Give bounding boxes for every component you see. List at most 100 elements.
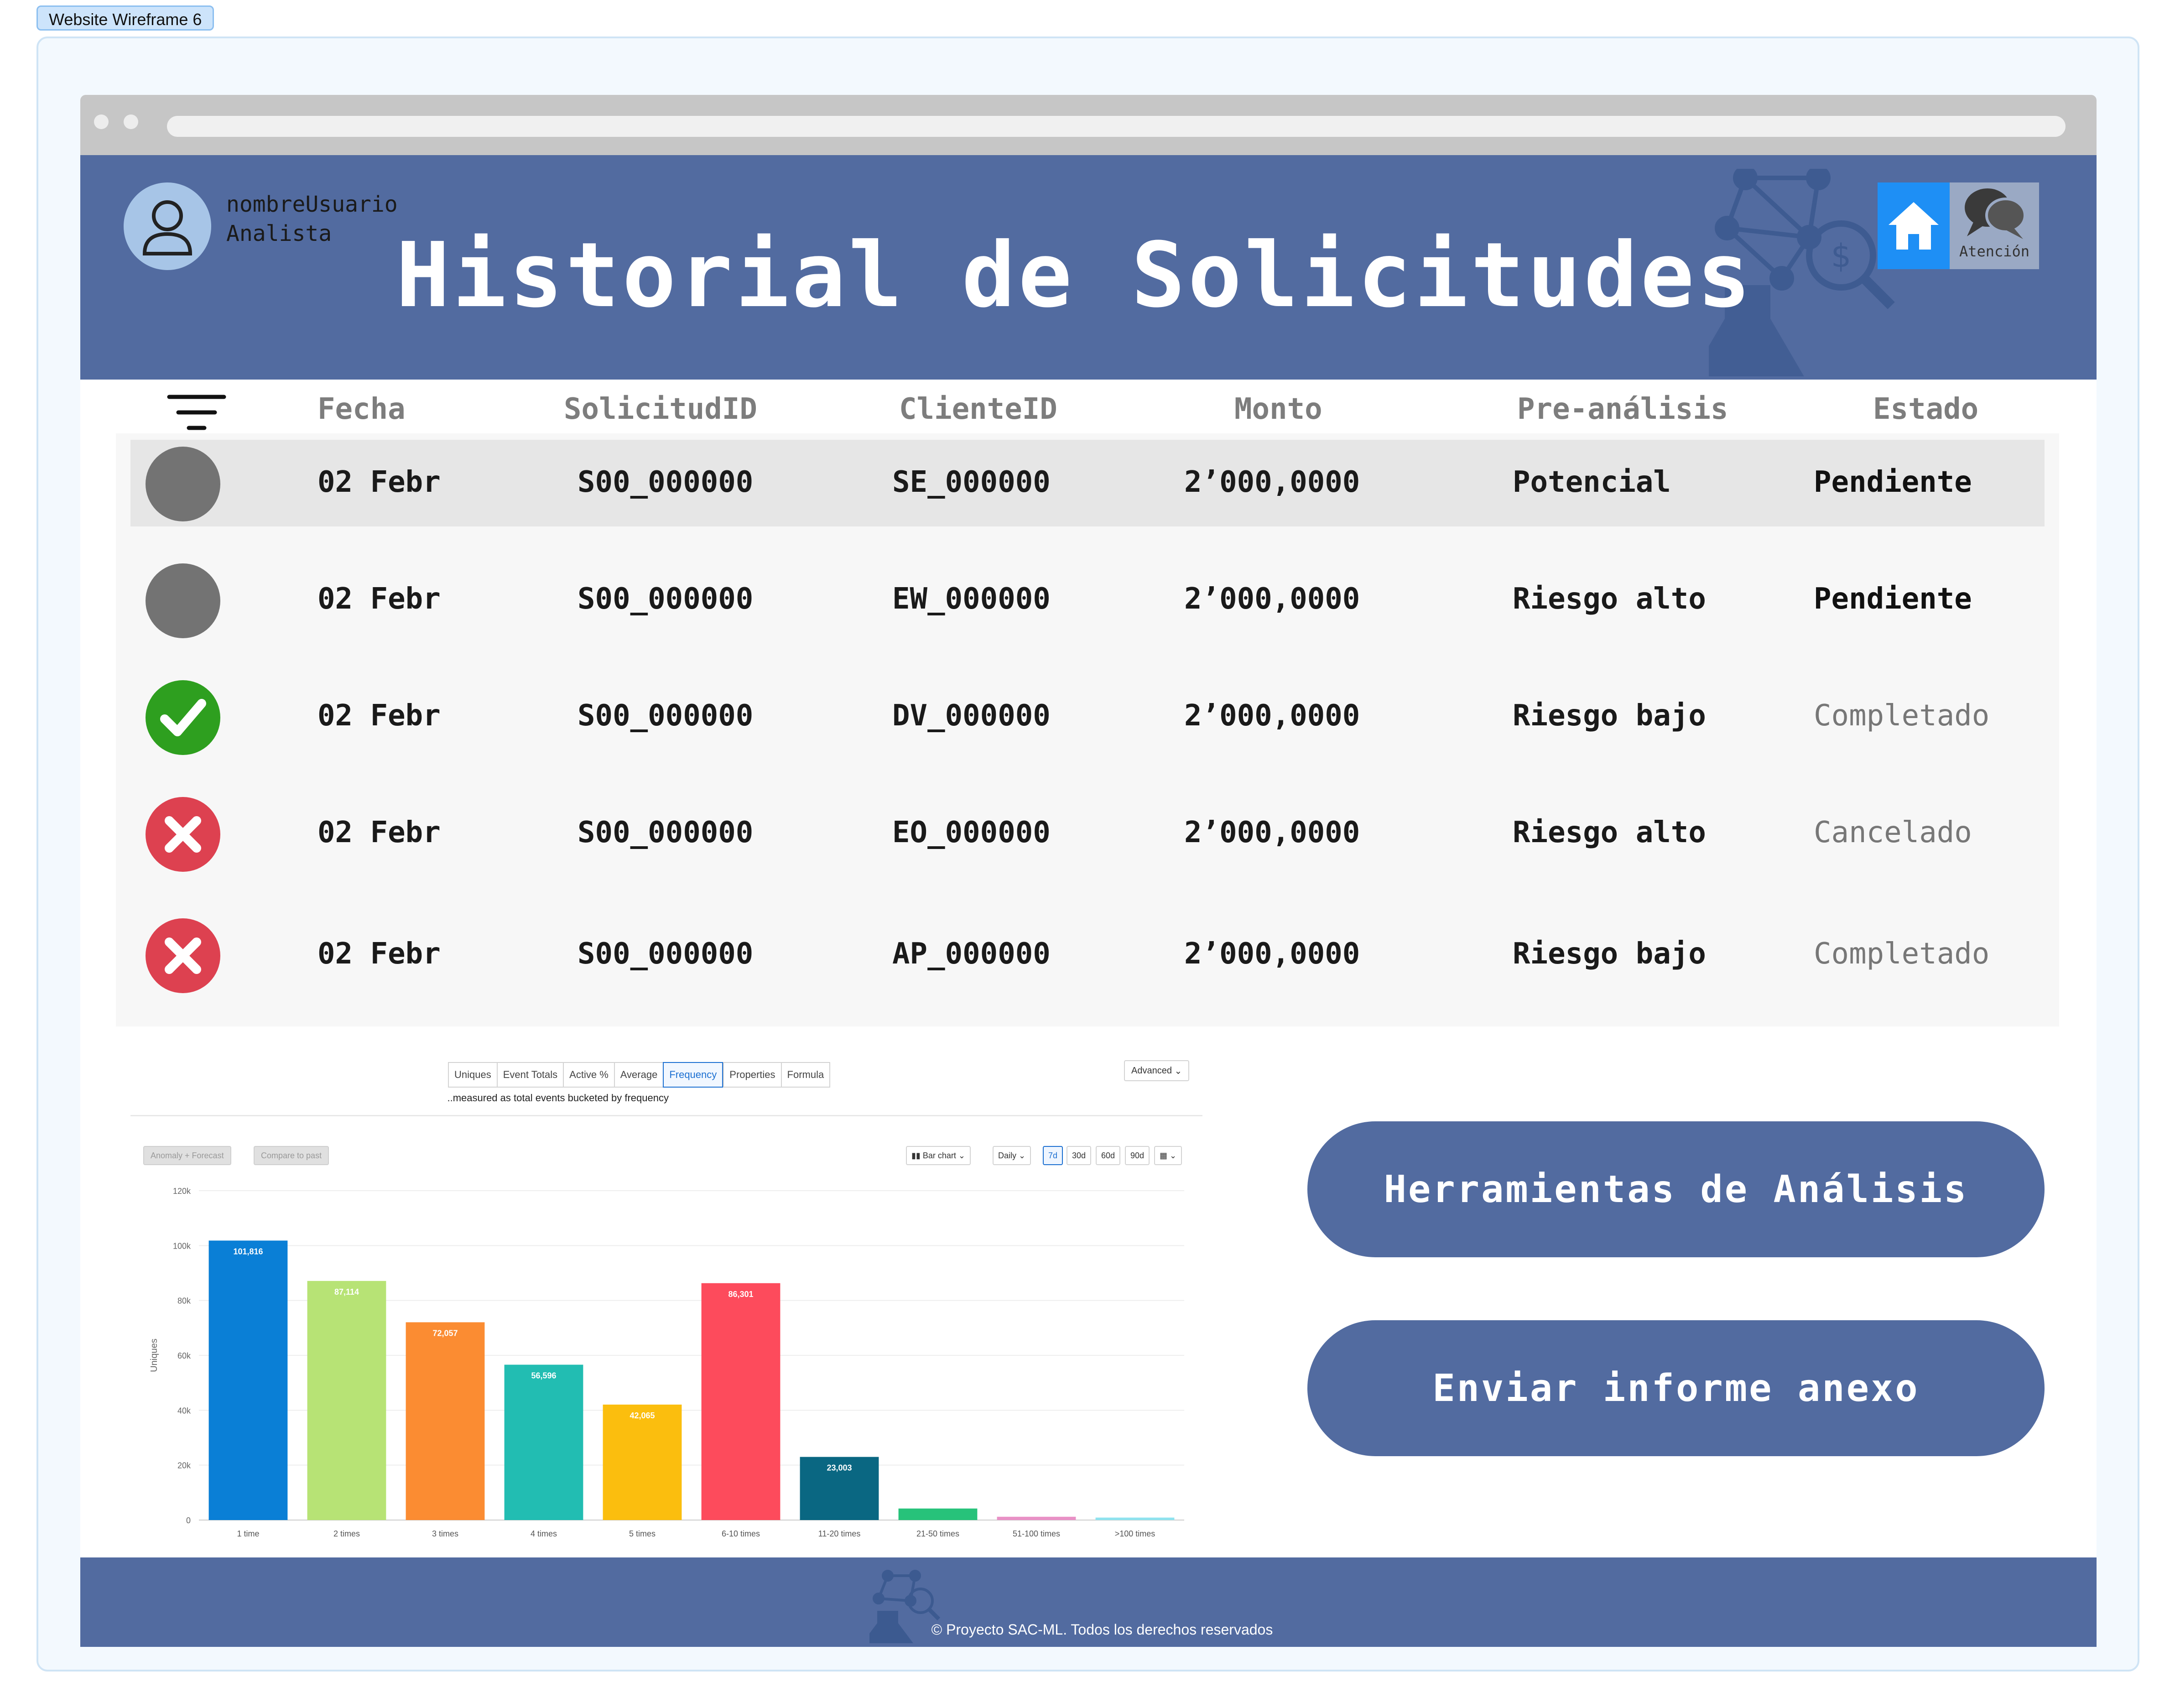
- chart-type-select[interactable]: ▮▮ Bar chart ⌄: [906, 1146, 971, 1165]
- attention-button[interactable]: Atención: [1950, 182, 2039, 269]
- advanced-button[interactable]: Advanced ⌄: [1124, 1060, 1190, 1081]
- cell-solicitud-id: S00_000000: [578, 465, 754, 499]
- x-tick-label: >100 times: [1115, 1529, 1155, 1538]
- y-axis-label: Uniques: [149, 1338, 159, 1372]
- column-header-estado[interactable]: Estado: [1873, 392, 1978, 426]
- cell-cliente-id: EO_000000: [892, 816, 1051, 849]
- attention-label: Atención: [1959, 243, 2030, 260]
- cell-pre-analisis: Riesgo bajo: [1513, 937, 1706, 971]
- table-row[interactable]: 02 Febr S00_000000 DV_000000 2’000,0000 …: [130, 673, 2045, 760]
- cell-monto: 2’000,0000: [1184, 816, 1360, 849]
- bar-value-label: 87,114: [334, 1287, 359, 1297]
- url-bar[interactable]: [167, 116, 2066, 137]
- y-tick-label: 100k: [173, 1241, 191, 1250]
- cell-solicitud-id: S00_000000: [578, 816, 754, 849]
- cell-pre-analisis: Riesgo alto: [1513, 582, 1706, 616]
- compare-to-past-button[interactable]: Compare to past: [254, 1146, 329, 1165]
- page: nombreUsuario Analista $ Historial de So…: [80, 155, 2097, 1647]
- column-header-fecha[interactable]: Fecha: [317, 392, 406, 426]
- cell-monto: 2’000,0000: [1184, 582, 1360, 616]
- chevron-down-icon: ⌄: [1019, 1151, 1026, 1160]
- cell-solicitud-id: S00_000000: [578, 699, 754, 733]
- filter-icon[interactable]: [167, 392, 226, 433]
- range-90d[interactable]: 90d: [1125, 1146, 1150, 1165]
- chevron-down-icon: ⌄: [1174, 1066, 1182, 1076]
- footer: © Proyecto SAC-ML. Todos los derechos re…: [80, 1557, 2097, 1647]
- range-30d[interactable]: 30d: [1067, 1146, 1092, 1165]
- range-7d[interactable]: 7d: [1043, 1146, 1063, 1165]
- x-tick-label: 21-50 times: [916, 1529, 959, 1538]
- footer-copyright: © Proyecto SAC-ML. Todos los derechos re…: [931, 1621, 1273, 1638]
- y-tick-label: 0: [186, 1516, 191, 1525]
- interval-select[interactable]: Daily ⌄: [993, 1146, 1031, 1165]
- cell-fecha: 02 Febr: [317, 465, 441, 499]
- home-icon: [1889, 202, 1939, 250]
- cell-cliente-id: AP_000000: [892, 937, 1051, 971]
- check-icon: [146, 680, 220, 755]
- y-tick-label: 120k: [173, 1187, 191, 1196]
- column-header-cliente-id[interactable]: ClienteID: [899, 392, 1057, 426]
- cell-solicitud-id: S00_000000: [578, 937, 754, 971]
- cell-cliente-id: EW_000000: [892, 582, 1051, 616]
- bar: [898, 1508, 978, 1520]
- analysis-tools-button[interactable]: Herramientas de Análisis: [1307, 1121, 2045, 1257]
- x-tick-label: 5 times: [629, 1529, 656, 1538]
- column-header-monto[interactable]: Monto: [1234, 392, 1322, 426]
- cell-estado: Completado: [1814, 699, 1990, 733]
- cell-estado: Completado: [1814, 937, 1990, 971]
- cell-pre-analisis: Potencial: [1513, 465, 1671, 499]
- cell-pre-analisis: Riesgo bajo: [1513, 699, 1706, 733]
- chat-bubbles-icon: [1965, 188, 2026, 239]
- bar: [997, 1516, 1076, 1520]
- bar: [504, 1364, 583, 1520]
- x-tick-label: 3 times: [432, 1529, 458, 1538]
- bar-value-label: 23,003: [827, 1463, 852, 1473]
- bar: [208, 1240, 288, 1520]
- requests-table: 02 Febr S00_000000 SE_000000 2’000,0000 …: [116, 433, 2059, 1026]
- column-header-pre-analisis[interactable]: Pre-análisis: [1517, 392, 1728, 426]
- metric-tabs: Uniques Event Totals Active % Average Fr…: [448, 1062, 831, 1088]
- tab-event-totals[interactable]: Event Totals: [496, 1062, 563, 1088]
- cell-cliente-id: DV_000000: [892, 699, 1051, 733]
- bar-value-label: 42,065: [630, 1411, 655, 1420]
- cell-pre-analisis: Riesgo alto: [1513, 816, 1706, 849]
- cell-monto: 2’000,0000: [1184, 937, 1360, 971]
- tab-properties[interactable]: Properties: [723, 1062, 781, 1088]
- y-tick-label: 60k: [177, 1351, 191, 1360]
- home-button[interactable]: [1878, 182, 1950, 269]
- calendar-icon[interactable]: ▦ ⌄: [1154, 1146, 1182, 1165]
- range-60d[interactable]: 60d: [1096, 1146, 1121, 1165]
- tab-formula[interactable]: Formula: [781, 1062, 831, 1088]
- send-report-button[interactable]: Enviar informe anexo: [1307, 1320, 2045, 1456]
- x-tick-label: 51-100 times: [1013, 1529, 1060, 1538]
- pending-status-icon: [146, 563, 220, 638]
- cell-solicitud-id: S00_000000: [578, 582, 754, 616]
- window-dot: [124, 115, 138, 129]
- y-tick-label: 80k: [177, 1297, 191, 1306]
- anomaly-forecast-button[interactable]: Anomaly + Forecast: [143, 1146, 231, 1165]
- cell-estado: Pendiente: [1814, 465, 1972, 499]
- tab-frequency[interactable]: Frequency: [663, 1062, 723, 1088]
- frequency-bar-chart: 0 20k 40k 60k 80k 100k 120k Uniques 101,816 1 tim…: [149, 1187, 1184, 1538]
- bar-chart-icon: ▮▮: [911, 1151, 921, 1160]
- x-tick-label: 6-10 times: [722, 1529, 760, 1538]
- column-header-solicitud-id[interactable]: SolicitudID: [564, 392, 757, 426]
- tab-active-percent[interactable]: Active %: [563, 1062, 614, 1088]
- x-tick-label: 2 times: [333, 1529, 360, 1538]
- table-row[interactable]: 02 Febr S00_000000 EW_000000 2’000,0000 …: [130, 557, 2045, 643]
- table-row[interactable]: 02 Febr S00_000000 EO_000000 2’000,0000 …: [130, 790, 2045, 877]
- x-tick-label: 11-20 times: [818, 1529, 861, 1538]
- chart-type-label: Bar chart: [922, 1151, 956, 1160]
- cell-fecha: 02 Febr: [317, 582, 441, 616]
- table-row[interactable]: 02 Febr S00_000000 AP_000000 2’000,0000 …: [130, 911, 2045, 998]
- user-name: nombreUsuario: [226, 192, 398, 217]
- table-row[interactable]: 02 Febr S00_000000 SE_000000 2’000,0000 …: [130, 440, 2045, 526]
- chevron-down-icon: ⌄: [958, 1151, 965, 1160]
- cell-fecha: 02 Febr: [317, 816, 441, 849]
- tab-average[interactable]: Average: [614, 1062, 663, 1088]
- tab-uniques[interactable]: Uniques: [448, 1062, 497, 1088]
- bar-value-label: 72,057: [432, 1328, 458, 1338]
- advanced-label: Advanced: [1131, 1065, 1172, 1076]
- x-tick-label: 1 time: [237, 1529, 259, 1538]
- y-tick-label: 40k: [177, 1406, 191, 1415]
